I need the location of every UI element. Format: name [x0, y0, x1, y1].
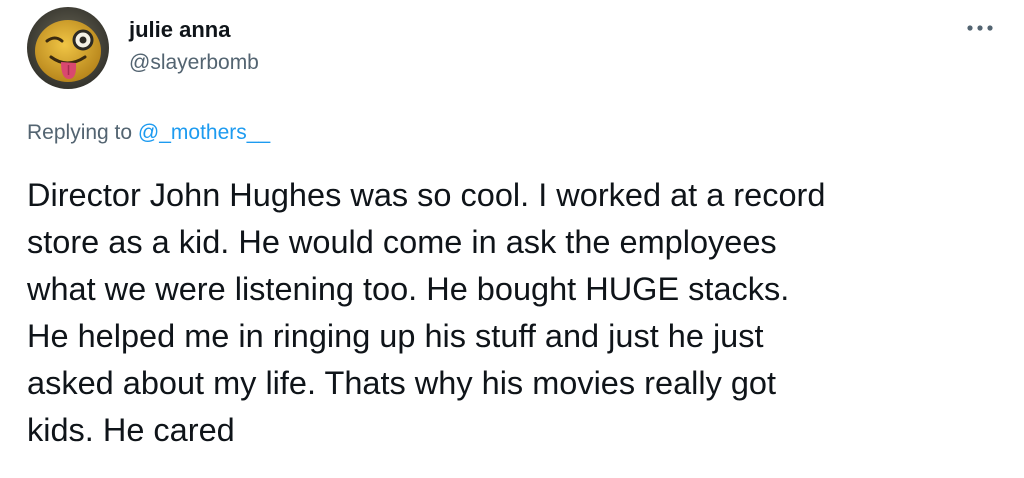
tweet-text-line: kids. He cared	[27, 412, 235, 448]
tweet-text-line: He helped me in ringing up his stuff and…	[27, 318, 764, 354]
user-handle[interactable]: @slayerbomb	[129, 50, 259, 76]
tweet-text-line: what we were listening too. He bought HU…	[27, 271, 790, 307]
avatar[interactable]	[27, 7, 109, 89]
tweet-text-line: store as a kid. He would come in ask the…	[27, 224, 777, 260]
reply-mention-link[interactable]: @_mothers__	[138, 121, 270, 144]
replying-to: Replying to @_mothers__	[27, 119, 270, 147]
tweet-text-line: asked about my life. Thats why his movie…	[27, 365, 777, 401]
display-name[interactable]: julie anna	[129, 17, 230, 43]
winking-face-icon	[27, 7, 109, 89]
replying-prefix: Replying to	[27, 121, 138, 144]
more-options-button[interactable]	[962, 14, 998, 42]
ellipsis-horizontal-icon	[967, 25, 993, 31]
tweet-text: Director John Hughes was so cool. I work…	[27, 172, 1012, 454]
tweet-text-line: Director John Hughes was so cool. I work…	[27, 177, 826, 213]
tweet-card: julie anna @slayerbomb Replying to @_mot…	[0, 0, 1024, 478]
